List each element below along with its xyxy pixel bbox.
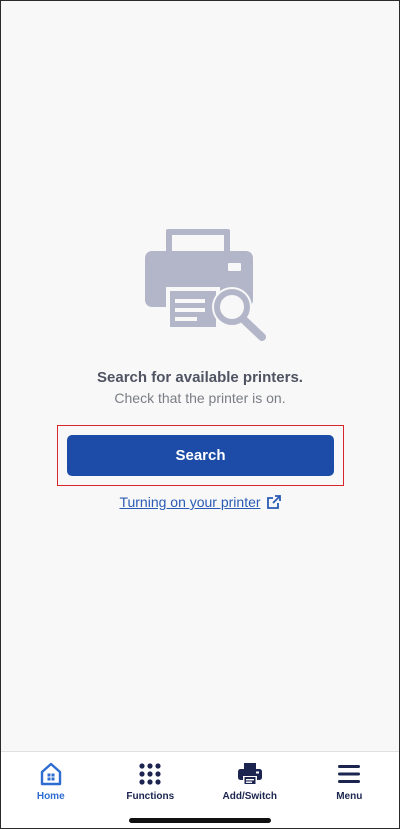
tab-home[interactable]: Home <box>1 752 101 828</box>
grid-icon <box>139 763 161 785</box>
page-title: Search for available printers. <box>97 369 303 386</box>
turning-on-printer-link[interactable]: Turning on your printer <box>1 494 399 510</box>
tab-menu[interactable]: Menu <box>300 752 400 828</box>
external-link-icon[interactable] <box>266 495 281 509</box>
app-screen: Search for available printers. Check tha… <box>0 0 400 829</box>
tab-add-switch-label: Add/Switch <box>222 791 277 802</box>
home-icon <box>40 762 61 786</box>
home-indicator <box>129 818 271 823</box>
hamburger-menu-icon <box>338 765 361 783</box>
tab-home-label: Home <box>36 791 65 802</box>
printer-search-illustration <box>145 229 266 341</box>
tab-functions-label: Functions <box>126 791 175 802</box>
turning-on-printer-link-label[interactable]: Turning on your printer <box>119 494 260 510</box>
page-subtitle: Check that the printer is on. <box>114 390 286 406</box>
search-button[interactable]: Search <box>67 435 334 476</box>
tab-menu-label: Menu <box>336 791 363 802</box>
printer-icon <box>237 763 262 785</box>
